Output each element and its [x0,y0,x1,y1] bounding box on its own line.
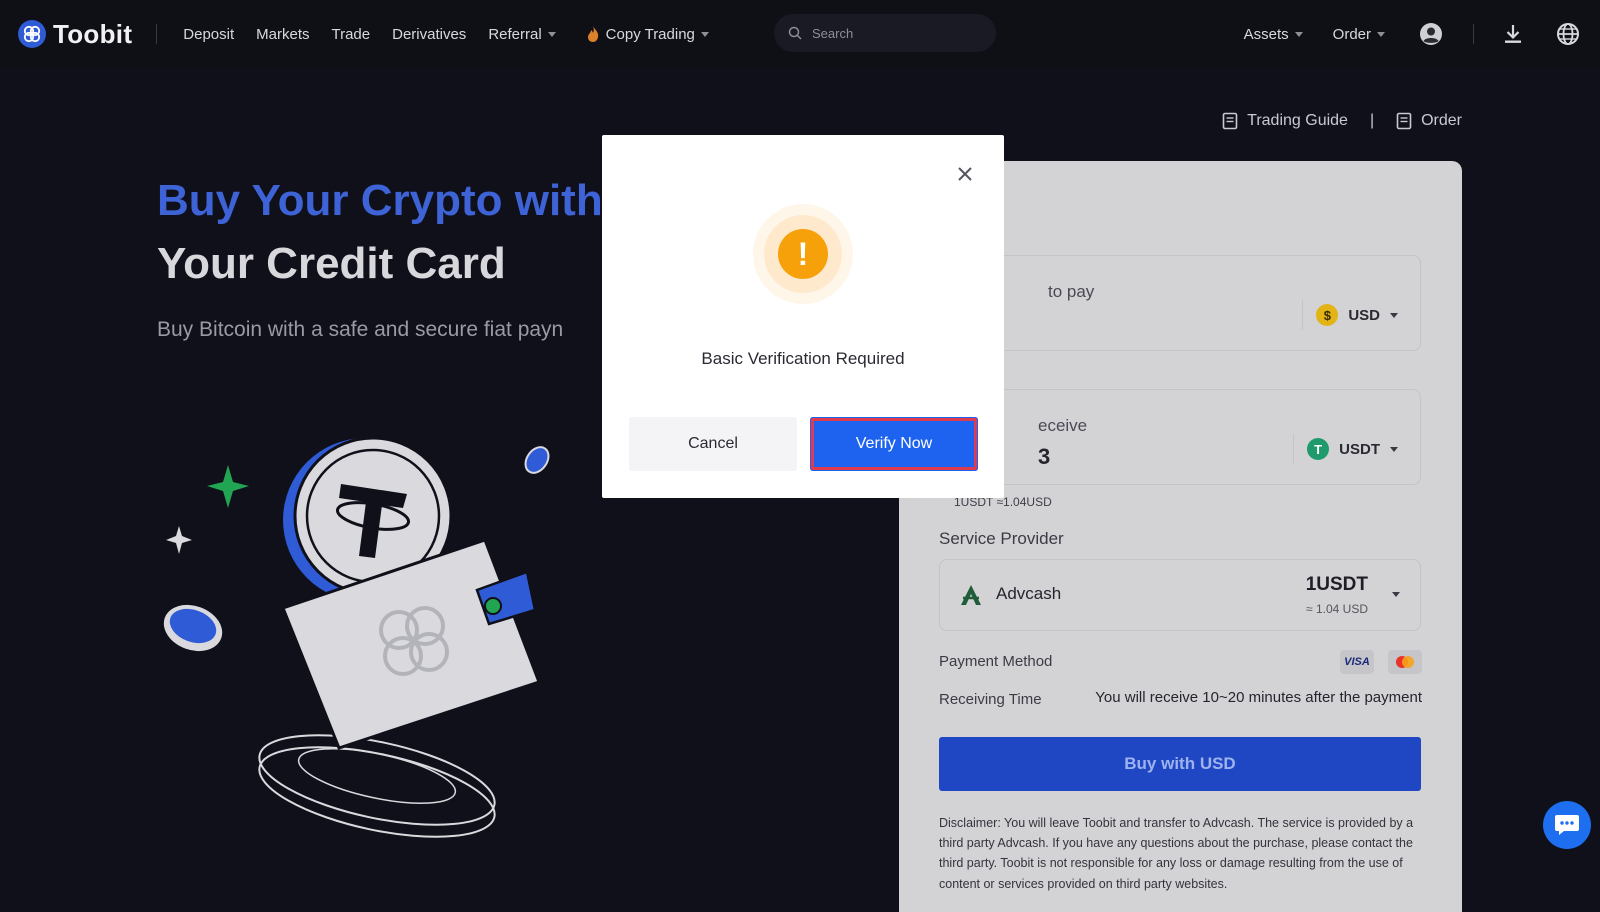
chat-bubble-icon [1555,815,1579,835]
verification-dialog: ! Basic Verification Required Cancel Ver… [602,135,1004,498]
warning-icon-ring: ! [764,215,842,293]
verify-now-button[interactable]: Verify Now [810,417,978,471]
warning-icon: ! [753,204,853,304]
dialog-message: Basic Verification Required [701,349,905,368]
chat-support-button[interactable] [1543,801,1591,849]
warning-icon-glyph: ! [778,229,828,279]
cancel-button[interactable]: Cancel [629,417,797,471]
close-icon[interactable] [956,165,974,183]
